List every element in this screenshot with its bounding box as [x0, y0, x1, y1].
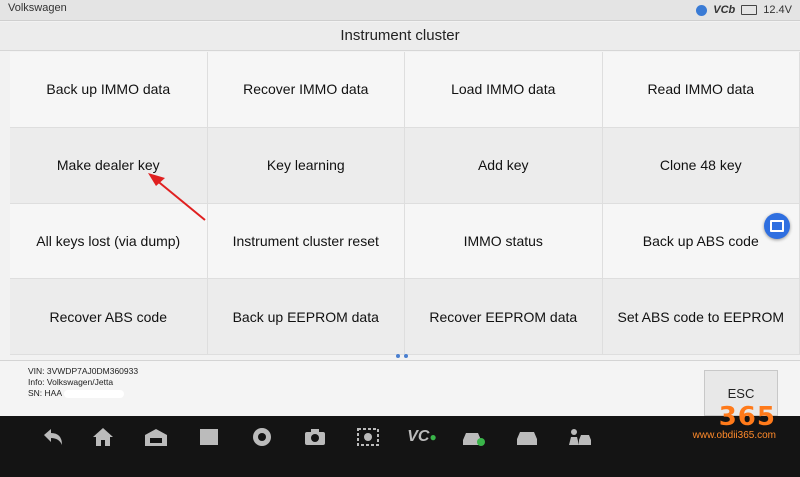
car-garage-icon[interactable]: [143, 426, 169, 448]
watermark-url: www.obdii365.com: [692, 430, 776, 441]
site-watermark: 365 www.obdii365.com: [693, 402, 776, 441]
camera-icon[interactable]: [302, 426, 328, 448]
car-icon[interactable]: [514, 426, 540, 448]
home-icon[interactable]: [90, 426, 116, 448]
watermark-number: 365: [718, 402, 776, 432]
car-diagnose-icon[interactable]: [460, 426, 486, 448]
person-car-icon[interactable]: [566, 426, 592, 448]
android-taskbar: VC ●: [0, 416, 800, 477]
recent-apps-icon[interactable]: [196, 426, 222, 448]
tablet-screen: Volkswagen VCb 12.4V Instrument cluster …: [0, 0, 800, 416]
vci-label: VC: [407, 428, 430, 445]
chrome-icon[interactable]: [249, 426, 275, 448]
annotation-arrow: [148, 173, 206, 221]
back-icon[interactable]: [40, 426, 66, 448]
vci-icon[interactable]: VC ●: [404, 426, 440, 448]
screen-capture-icon[interactable]: [355, 426, 381, 448]
arrow-shaft: [154, 178, 206, 221]
